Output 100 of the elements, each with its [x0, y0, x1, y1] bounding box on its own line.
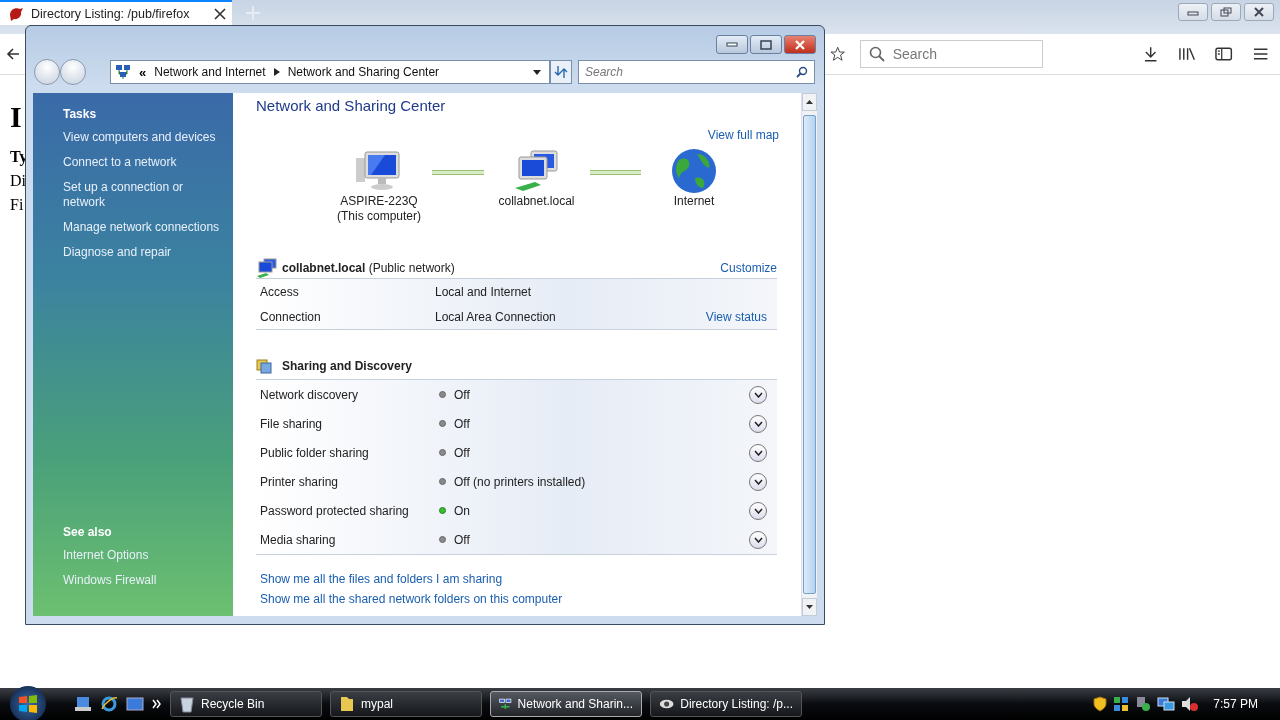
close-icon	[1253, 7, 1265, 17]
scroll-up-button[interactable]	[802, 93, 817, 111]
see-also-heading: See also	[63, 525, 113, 539]
setting-status: Off	[454, 387, 470, 402]
dropdown-icon[interactable]	[533, 69, 541, 75]
task-link[interactable]: Connect to a network	[63, 155, 223, 170]
customize-link[interactable]: Customize	[720, 261, 777, 275]
setting-label: Printer sharing	[260, 474, 340, 489]
search-field[interactable]: Search	[859, 40, 1044, 68]
sidebar-icon[interactable]	[1215, 46, 1233, 62]
node-label: collabnet.local	[498, 194, 575, 209]
windows-logo-icon	[17, 693, 39, 715]
detail-value: Local Area Connection	[435, 309, 556, 324]
back-arrow-icon	[5, 47, 20, 61]
breadcrumb-item[interactable]: Network and Internet	[154, 65, 266, 79]
down-arrow-icon	[806, 605, 813, 609]
star-icon[interactable]	[830, 46, 846, 62]
setting-label: File sharing	[260, 416, 324, 431]
start-button[interactable]	[10, 686, 46, 720]
network-icon[interactable]	[1157, 696, 1176, 712]
network-icon	[115, 64, 131, 80]
setting-status: On	[454, 503, 470, 518]
tasks-heading: Tasks	[63, 107, 98, 121]
expand-button[interactable]	[749, 443, 767, 462]
minimize-button[interactable]	[1178, 3, 1208, 21]
refresh-icon	[554, 65, 568, 79]
expand-button[interactable]	[749, 414, 767, 433]
browser-tab[interactable]: Directory Listing: /pub/firefox	[0, 0, 232, 25]
node-sublabel: (This computer)	[337, 209, 421, 224]
chevron-down-icon	[753, 420, 763, 427]
forward-button[interactable]	[60, 59, 86, 85]
minimize-icon	[726, 41, 738, 48]
page-text: Di	[10, 171, 26, 191]
search-icon	[868, 46, 885, 62]
breadcrumb-item[interactable]: Network and Sharing Center	[287, 65, 440, 79]
page-text: Fi	[10, 195, 24, 215]
caret-icon	[273, 68, 280, 76]
task-link[interactable]: Set up a connection or network	[63, 180, 223, 210]
view-status-link[interactable]: View status	[705, 309, 767, 324]
desktop-icon[interactable]	[126, 696, 144, 712]
chevron-down-icon	[753, 478, 763, 485]
scrollbar-thumb[interactable]	[803, 115, 816, 594]
setting-status: Off (no printers installed)	[454, 474, 586, 489]
taskbar-button[interactable]: Recycle Bin	[170, 691, 322, 717]
chevron-down-icon	[753, 391, 763, 398]
close-icon	[794, 39, 806, 50]
view-full-map-link[interactable]: View full map	[707, 128, 779, 142]
task-link[interactable]: Manage network connections	[63, 220, 223, 235]
chevron-text[interactable]: «	[139, 64, 147, 80]
scroll-down-button[interactable]	[802, 598, 817, 616]
task-link[interactable]: Diagnose and repair	[63, 245, 223, 260]
restore-icon	[1220, 7, 1232, 17]
setting-label: Media sharing	[260, 532, 337, 547]
taskbar-button[interactable]: Network and Sharin...	[490, 691, 642, 717]
expand-button[interactable]	[749, 472, 767, 491]
task-link[interactable]: View computers and devices	[63, 130, 223, 145]
expand-button[interactable]	[749, 501, 767, 520]
computers-icon	[256, 258, 278, 278]
node-label: Internet	[673, 194, 715, 209]
setting-label: Password protected sharing	[260, 503, 410, 518]
page-text: I	[10, 99, 22, 135]
folder-icon	[339, 695, 355, 713]
search-field[interactable]: Search	[578, 60, 815, 84]
network-icon	[499, 696, 512, 712]
close-button[interactable]	[784, 35, 816, 54]
restore-button[interactable]	[1211, 3, 1241, 21]
download-icon[interactable]	[1142, 46, 1159, 62]
close-button[interactable]	[1244, 3, 1274, 21]
shield-icon[interactable]	[1093, 696, 1108, 712]
taskbar-button[interactable]: Directory Listing: /p...	[650, 691, 802, 717]
sharing-link[interactable]: Show me all the files and folders I am sharing	[260, 572, 787, 586]
windows-icon[interactable]	[1113, 696, 1130, 712]
detail-label: Connection	[260, 309, 322, 324]
setting-status: Off	[454, 416, 470, 431]
chevron-icon[interactable]	[152, 699, 162, 709]
network-name: collabnet.local (Public network)	[282, 261, 455, 275]
expand-button[interactable]	[749, 385, 767, 404]
address-bar[interactable]: « Network and Internet Network and Sharing Center	[110, 60, 550, 84]
setting-label: Network discovery	[260, 387, 360, 402]
expand-button[interactable]	[749, 530, 767, 549]
taskbar-button[interactable]: mypal	[330, 691, 482, 717]
library-icon[interactable]	[1178, 46, 1196, 62]
menu-icon[interactable]	[1252, 47, 1269, 61]
node-label: ASPIRE-223Q	[340, 194, 418, 209]
search-icon	[796, 66, 808, 78]
browser-icon[interactable]	[100, 695, 118, 713]
up-arrow-icon	[806, 100, 813, 104]
sharing-icon	[256, 358, 272, 374]
clock[interactable]: 7:57 PM	[1213, 697, 1258, 711]
sharing-link[interactable]: Show me all the shared network folders on this computer	[260, 592, 787, 606]
minimize-button[interactable]	[716, 35, 748, 54]
refresh-button[interactable]	[550, 60, 572, 84]
close-icon[interactable]	[214, 7, 226, 20]
maximize-button[interactable]	[750, 35, 782, 54]
setting-label: Public folder sharing	[260, 445, 370, 460]
muted-speaker-icon[interactable]	[1181, 696, 1200, 712]
page-title: Network and Sharing Center	[256, 97, 447, 114]
section-heading: Sharing and Discovery	[282, 359, 413, 373]
chevron-down-icon	[753, 536, 763, 543]
chevron-down-icon	[753, 449, 763, 456]
